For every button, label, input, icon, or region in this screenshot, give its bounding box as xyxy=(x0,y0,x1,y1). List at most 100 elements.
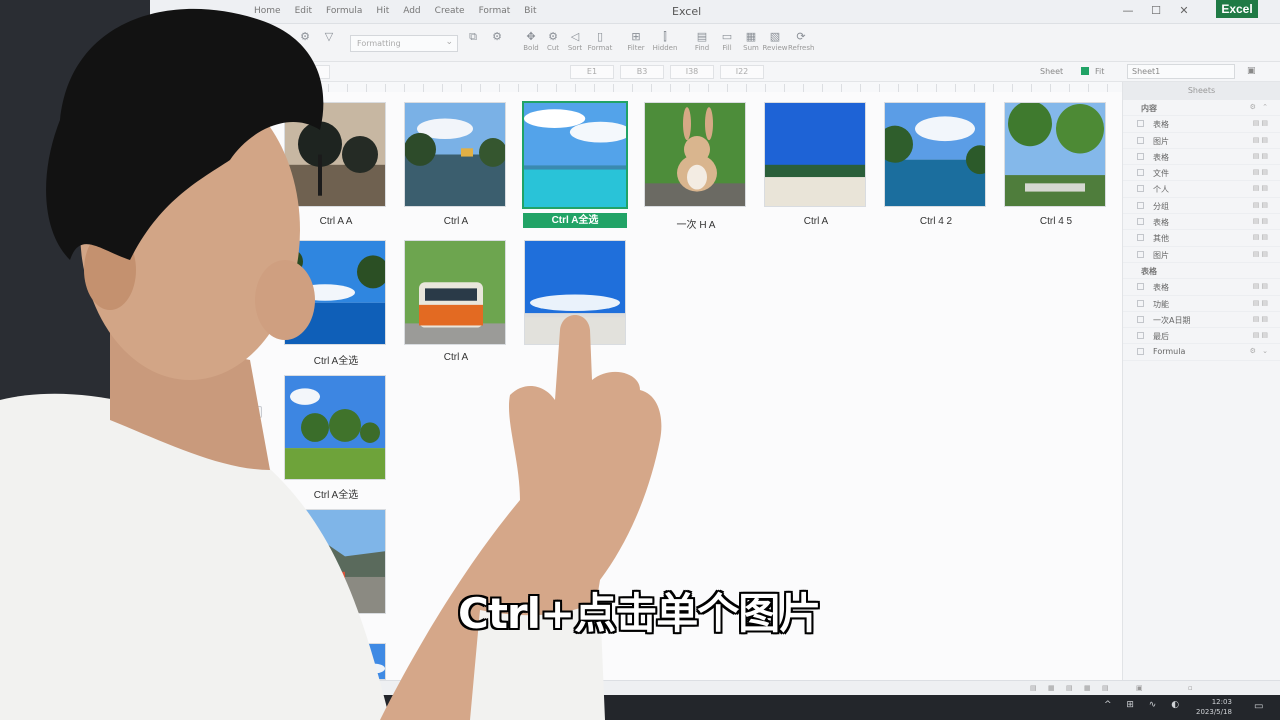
image-thumb-1[interactable] xyxy=(284,102,386,207)
menu-item-hit[interactable]: Hit xyxy=(376,6,389,16)
image-thumb-12[interactable] xyxy=(284,509,386,614)
tool-icon-1[interactable] xyxy=(250,406,262,418)
row-actions-icon[interactable]: ▤▤ xyxy=(1253,168,1270,176)
sheet-row[interactable]: 表格 ▤▤ xyxy=(1123,279,1280,296)
menu-item-formula[interactable]: Formula xyxy=(326,6,362,16)
sum-button[interactable]: ▦ Sum xyxy=(738,30,764,52)
sheet-row[interactable]: 其他 ▤▤ xyxy=(1123,230,1280,247)
minimize-button[interactable]: — xyxy=(1120,4,1136,17)
sort-button[interactable]: ◁ Sort xyxy=(562,30,588,52)
row-checkbox[interactable] xyxy=(1137,234,1144,242)
start-icon[interactable] xyxy=(392,699,408,715)
sheet-row[interactable]: 一次A日期 ▤▤ xyxy=(1123,312,1280,329)
sheet-row[interactable]: 表格 ▤▤ xyxy=(1123,214,1280,231)
row-checkbox[interactable] xyxy=(1137,348,1144,356)
row-checkbox[interactable] xyxy=(1137,120,1144,128)
tool-icon-2[interactable] xyxy=(250,436,262,448)
cell-ref-4[interactable]: I22 xyxy=(720,65,764,79)
row-actions-icon[interactable]: ▤▤ xyxy=(1253,282,1270,290)
sheet-row[interactable]: 分组 ▤▤ xyxy=(1123,198,1280,215)
maximize-button[interactable]: ☐ xyxy=(1148,4,1164,17)
fill-button[interactable]: ▭ Fill xyxy=(714,30,740,52)
row-checkbox[interactable] xyxy=(1137,315,1144,323)
row-checkbox[interactable] xyxy=(1137,152,1144,160)
menu-item-home[interactable]: Home xyxy=(254,6,281,16)
hidden-button[interactable]: ⫿ Hidden xyxy=(652,30,678,52)
image-thumb-10[interactable] xyxy=(524,240,626,345)
menu-item-create[interactable]: Create xyxy=(435,6,465,16)
clock[interactable]: 12:03 2023/5/18 xyxy=(1196,697,1232,717)
folder-icon[interactable] xyxy=(424,699,440,715)
sheet-select[interactable]: Sheet1 xyxy=(1127,64,1235,79)
row-checkbox[interactable] xyxy=(1137,250,1144,258)
row-checkbox[interactable] xyxy=(1137,283,1144,291)
view-icon[interactable]: ▦ xyxy=(1084,684,1091,692)
row-checkbox[interactable] xyxy=(1137,185,1144,193)
image-thumb-9[interactable] xyxy=(404,240,506,345)
row-actions-icon[interactable]: ⚙ ⌃ xyxy=(1250,103,1270,111)
menu-item-edit[interactable]: Edit xyxy=(295,6,312,16)
refresh-button[interactable]: ⟳ Refresh xyxy=(788,30,814,52)
image-thumb-4[interactable] xyxy=(644,102,746,207)
row-checkbox[interactable] xyxy=(1137,169,1144,177)
review-button[interactable]: ▧ Review xyxy=(762,30,788,52)
sheet-row[interactable]: Formula ⚙ ⌄ xyxy=(1123,344,1280,361)
sheet-row[interactable]: 图片 ▤▤ xyxy=(1123,247,1280,263)
view-icon[interactable]: ▤ xyxy=(1102,684,1109,692)
row-actions-icon[interactable]: ▤▤ xyxy=(1253,331,1270,339)
view-icon[interactable]: ▤ xyxy=(1066,684,1073,692)
image-thumb-11[interactable] xyxy=(284,375,386,480)
row-actions-icon[interactable]: ▤▤ xyxy=(1253,201,1270,209)
zoom-slider-icon[interactable]: ▫ xyxy=(1188,684,1193,692)
sheet-row[interactable]: 表格 xyxy=(1123,263,1280,280)
view-icon[interactable]: ▦ xyxy=(1048,684,1055,692)
row-actions-icon[interactable]: ▤▤ xyxy=(1253,152,1270,160)
tool-icon-3[interactable] xyxy=(250,496,262,508)
panel-icon[interactable]: ▣ xyxy=(1247,66,1256,76)
sheet-row[interactable]: 功能 ▤▤ xyxy=(1123,296,1280,312)
row-checkbox[interactable] xyxy=(1137,201,1144,209)
row-actions-icon[interactable]: ▤▤ xyxy=(1253,315,1270,323)
sheet-row[interactable]: 内容 ⚙ ⌃ xyxy=(1123,100,1280,117)
image-thumb-5[interactable] xyxy=(764,102,866,207)
browser-icon[interactable] xyxy=(458,699,474,715)
settings-icon[interactable]: ⚙ xyxy=(484,30,510,44)
tool-icon-4[interactable] xyxy=(250,526,262,538)
close-button[interactable]: ✕ xyxy=(1176,4,1192,17)
row-checkbox[interactable] xyxy=(1137,332,1144,340)
row-actions-icon[interactable]: ▤▤ xyxy=(1253,233,1270,241)
zoom-icon[interactable]: ▣ xyxy=(1136,684,1143,692)
sheet-row[interactable]: 个人 ▤▤ xyxy=(1123,181,1280,198)
cell-ref-3[interactable]: I38 xyxy=(670,65,714,79)
filter-button[interactable]: ⊞ Filter xyxy=(623,30,649,52)
system-tray[interactable]: ^ ⊞ ∿ ◐ xyxy=(1104,700,1185,710)
fit-checkbox[interactable] xyxy=(1081,67,1089,75)
format-button[interactable]: ▯ Format xyxy=(587,30,613,52)
notification-icon[interactable]: ▭ xyxy=(1254,701,1263,712)
row-checkbox[interactable] xyxy=(1137,218,1144,226)
name-box[interactable]: A1 xyxy=(282,65,330,79)
menu-item-add[interactable]: Add xyxy=(403,6,420,16)
menu-item-format[interactable]: Format xyxy=(479,6,511,16)
image-thumb-13[interactable] xyxy=(356,643,386,680)
view-icon[interactable]: ▤ xyxy=(1030,684,1037,692)
find-button[interactable]: ▤ Find xyxy=(689,30,715,52)
image-thumb-6[interactable] xyxy=(884,102,986,207)
filter-icon[interactable]: ▽ xyxy=(316,30,342,44)
row-actions-icon[interactable]: ▤▤ xyxy=(1253,299,1270,307)
row-actions-icon[interactable]: ▤▤ xyxy=(1253,217,1270,225)
row-actions-icon[interactable]: ▤▤ xyxy=(1253,119,1270,127)
sheet-row[interactable]: 图片 ▤▤ xyxy=(1123,133,1280,149)
image-thumb-2[interactable] xyxy=(404,102,506,207)
sheet-row[interactable]: 文件 ▤▤ xyxy=(1123,165,1280,182)
row-actions-icon[interactable]: ▤▤ xyxy=(1253,184,1270,192)
row-checkbox[interactable] xyxy=(1137,299,1144,307)
image-thumb-8[interactable] xyxy=(284,240,386,345)
sheet-row[interactable]: 最后 ▤▤ xyxy=(1123,328,1280,345)
sheet-row[interactable]: 表格 ▤▤ xyxy=(1123,149,1280,166)
copy-icon[interactable]: ⧉ xyxy=(460,30,486,44)
image-thumb-7[interactable] xyxy=(1004,102,1106,207)
row-actions-icon[interactable]: ▤▤ xyxy=(1253,250,1270,258)
cell-ref-1[interactable]: E1 xyxy=(570,65,614,79)
cell-ref-2[interactable]: B3 xyxy=(620,65,664,79)
